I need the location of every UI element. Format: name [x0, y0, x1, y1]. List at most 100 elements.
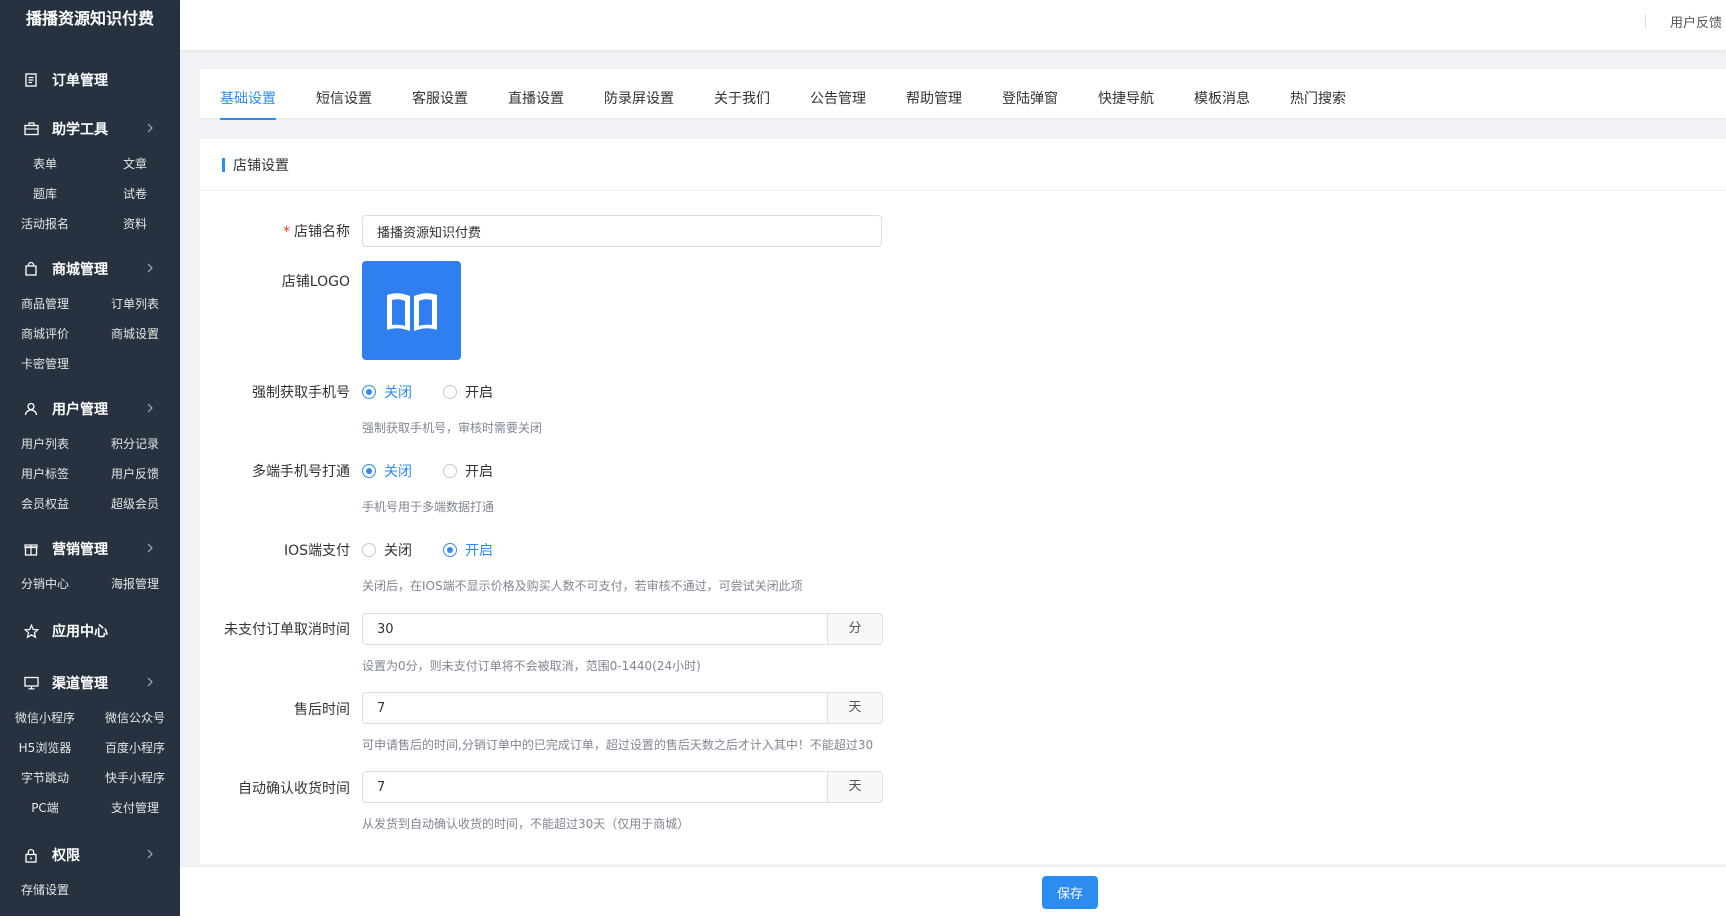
menu-group-permissions: 权限 存储设置 — [0, 835, 180, 905]
shop-logo-upload[interactable] — [362, 261, 461, 360]
tab-template-messages[interactable]: 模板消息 — [1194, 69, 1250, 119]
sidebar-item-posters[interactable]: 海报管理 — [90, 569, 180, 599]
force-phone-on-radio[interactable]: 开启 — [443, 382, 493, 402]
sidebar-item-article[interactable]: 文章 — [90, 149, 180, 179]
sidebar-item-h5-browser[interactable]: H5浏览器 — [0, 733, 90, 763]
sidebar-item-event-signup[interactable]: 活动报名 — [0, 209, 90, 239]
menu-mall-management[interactable]: 商城管理 — [0, 249, 180, 289]
settings-tabs-card: 基础设置 短信设置 客服设置 直播设置 防录屏设置 关于我们 公告管理 帮助管理… — [200, 69, 1726, 120]
sidebar-item-baidu-miniprogram[interactable]: 百度小程序 — [90, 733, 180, 763]
menu-order-management[interactable]: 订单管理 — [0, 60, 180, 100]
sidebar-item-pc[interactable]: PC端 — [0, 793, 90, 823]
sidebar-item-payment[interactable]: 支付管理 — [90, 793, 180, 823]
menu-user-management[interactable]: 用户管理 — [0, 389, 180, 429]
chevron-right-icon — [146, 262, 154, 278]
shop-name-input[interactable] — [362, 215, 882, 247]
sidebar-item-member-benefits[interactable]: 会员权益 — [0, 489, 90, 519]
shop-logo-label: 店铺LOGO — [281, 274, 350, 290]
after-sale-input[interactable] — [362, 692, 828, 724]
submenu-users: 用户列表 积分记录 用户标签 用户反馈 会员权益 超级会员 — [0, 429, 180, 519]
menu-group-mall: 商城管理 商品管理 订单列表 商城评价 商城设置 卡密管理 — [0, 249, 180, 379]
sidebar-item-wechat-official[interactable]: 微信公众号 — [90, 703, 180, 733]
sidebar-item-kuaishou-miniprogram[interactable]: 快手小程序 — [90, 763, 180, 793]
sidebar-item-super-member[interactable]: 超级会员 — [90, 489, 180, 519]
auto-confirm-label: 自动确认收货时间 — [238, 781, 350, 797]
sidebar-item-user-feedback[interactable]: 用户反馈 — [90, 459, 180, 489]
sidebar-item-materials[interactable]: 资料 — [90, 209, 180, 239]
tab-help[interactable]: 帮助管理 — [906, 69, 962, 119]
radio-dot — [362, 464, 376, 478]
briefcase-icon — [22, 120, 40, 138]
multi-phone-label: 多端手机号打通 — [252, 464, 350, 480]
sidebar-item-storage-settings[interactable]: 存储设置 — [0, 875, 90, 905]
save-button[interactable]: 保存 — [1042, 876, 1098, 909]
brand-title: 播播资源知识付费 — [25, 9, 154, 28]
tab-live-settings[interactable]: 直播设置 — [508, 69, 564, 119]
multi-phone-on-radio[interactable]: 开启 — [443, 461, 493, 481]
monitor-icon — [22, 674, 40, 692]
sidebar-item-order-list[interactable]: 订单列表 — [90, 289, 180, 319]
menu-title-label: 商城管理 — [52, 262, 108, 278]
radio-dot — [443, 464, 457, 478]
lock-icon — [22, 846, 40, 864]
sidebar-item-user-list[interactable]: 用户列表 — [0, 429, 90, 459]
tab-announcements[interactable]: 公告管理 — [810, 69, 866, 119]
auto-confirm-unit: 天 — [828, 771, 883, 803]
auto-confirm-input[interactable] — [362, 771, 828, 803]
sidebar-item-exam[interactable]: 试卷 — [90, 179, 180, 209]
force-phone-off-radio[interactable]: 关闭 — [362, 382, 412, 402]
radio-dot — [443, 385, 457, 399]
sidebar-item-bytedance[interactable]: 字节跳动 — [0, 763, 90, 793]
user-icon — [22, 400, 40, 418]
radio-dot — [443, 543, 457, 557]
force-phone-hint: 强制获取手机号，审核时需要关闭 — [362, 421, 543, 435]
menu-title-label: 订单管理 — [52, 73, 108, 89]
sidebar-item-products[interactable]: 商品管理 — [0, 289, 90, 319]
sidebar-item-mall-reviews[interactable]: 商城评价 — [0, 319, 90, 349]
ios-pay-off-radio[interactable]: 关闭 — [362, 540, 412, 560]
sidebar-item-user-tags[interactable]: 用户标签 — [0, 459, 90, 489]
tab-customer-service[interactable]: 客服设置 — [412, 69, 468, 119]
tab-login-popup[interactable]: 登陆弹窗 — [1002, 69, 1058, 119]
open-book-icon — [386, 292, 437, 331]
sidebar-item-distribution[interactable]: 分销中心 — [0, 569, 90, 599]
chevron-right-icon — [146, 402, 154, 418]
sidebar-item-form[interactable]: 表单 — [0, 149, 90, 179]
menu-title-label: 渠道管理 — [52, 676, 108, 692]
unpaid-cancel-input[interactable] — [362, 613, 828, 645]
menu-group-users: 用户管理 用户列表 积分记录 用户标签 用户反馈 会员权益 超级会员 — [0, 389, 180, 519]
ios-pay-hint: 关闭后，在IOS端不显示价格及购买人数不可支付，若审核不通过，可尝试关闭此项 — [362, 579, 803, 593]
sidebar-item-card-keys[interactable]: 卡密管理 — [0, 349, 90, 379]
menu-app-center[interactable]: 应用中心 — [0, 611, 180, 651]
chevron-right-icon — [146, 122, 154, 138]
user-feedback-link[interactable]: 用户反馈 — [1670, 12, 1722, 31]
chevron-right-icon — [146, 848, 154, 864]
menu-channel-management[interactable]: 渠道管理 — [0, 663, 180, 703]
menu-permissions[interactable]: 权限 — [0, 835, 180, 875]
radio-dot — [362, 543, 376, 557]
sidebar: 播播资源知识付费 订单管理 助学工具 表单 文章 题库 试卷 活动报名 资料 商… — [0, 0, 180, 923]
tab-anti-recording[interactable]: 防录屏设置 — [604, 69, 674, 119]
shopping-bag-icon — [22, 260, 40, 278]
menu-title-label: 权限 — [52, 848, 80, 864]
tab-sms-settings[interactable]: 短信设置 — [316, 69, 372, 119]
tab-quick-nav[interactable]: 快捷导航 — [1098, 69, 1154, 119]
sidebar-item-points-log[interactable]: 积分记录 — [90, 429, 180, 459]
section-accent-bar — [222, 157, 225, 172]
sidebar-item-wechat-miniprogram[interactable]: 微信小程序 — [0, 703, 90, 733]
submenu-channels: 微信小程序 微信公众号 H5浏览器 百度小程序 字节跳动 快手小程序 PC端 支… — [0, 703, 180, 823]
tab-hot-search[interactable]: 热门搜索 — [1290, 69, 1346, 119]
ios-pay-on-radio[interactable]: 开启 — [443, 540, 493, 560]
menu-title-label: 助学工具 — [52, 122, 108, 138]
tab-basic-settings[interactable]: 基础设置 — [220, 69, 276, 120]
sidebar-item-mall-settings[interactable]: 商城设置 — [90, 319, 180, 349]
sidebar-item-question-bank[interactable]: 题库 — [0, 179, 90, 209]
footer-save-bar: 保存 — [180, 866, 1726, 916]
menu-title-label: 应用中心 — [52, 624, 108, 640]
tab-about-us[interactable]: 关于我们 — [714, 69, 770, 119]
section-header: 店铺设置 — [200, 139, 1726, 191]
after-sale-unit: 天 — [828, 692, 883, 724]
menu-marketing-management[interactable]: 营销管理 — [0, 529, 180, 569]
multi-phone-off-radio[interactable]: 关闭 — [362, 461, 412, 481]
menu-study-tools[interactable]: 助学工具 — [0, 109, 180, 149]
